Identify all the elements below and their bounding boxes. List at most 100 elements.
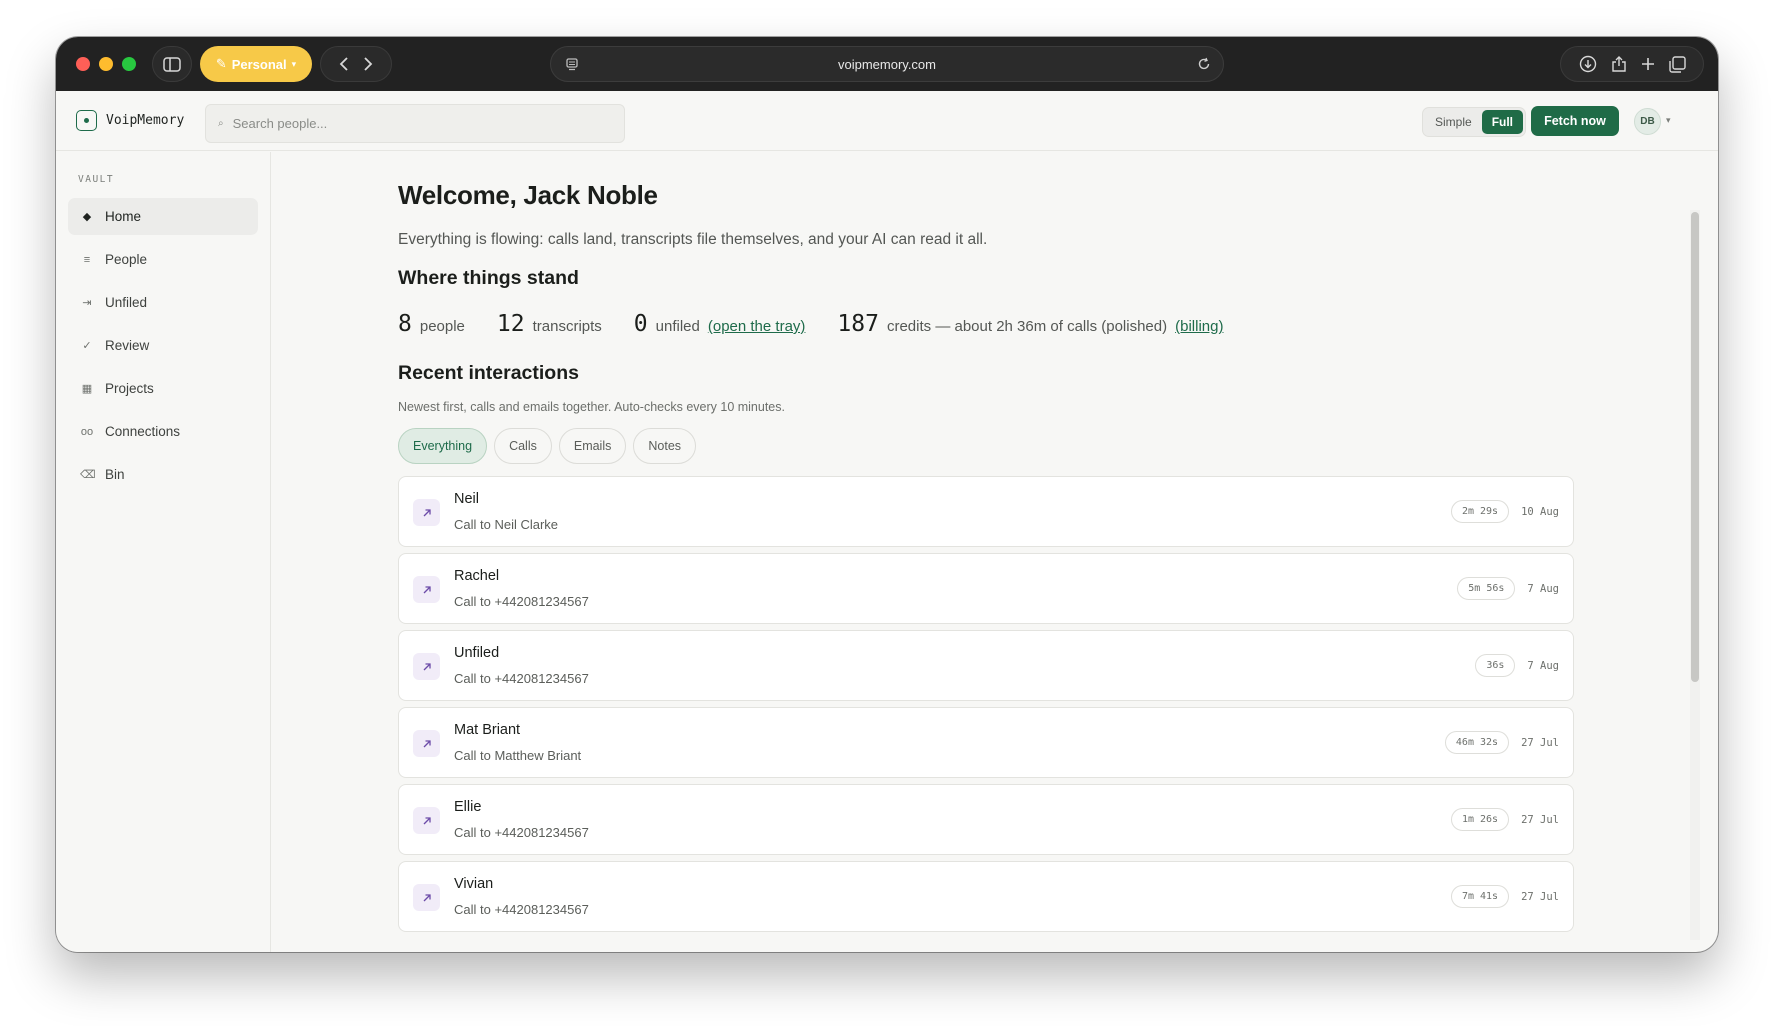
sidebar-item-review[interactable]: ✓ Review: [68, 327, 258, 364]
outgoing-call-icon: [413, 499, 440, 526]
avatar[interactable]: DB: [1634, 108, 1661, 135]
sidebar-item-label: People: [105, 252, 148, 267]
sidebar-item-unfiled[interactable]: ⇥ Unfiled: [68, 284, 258, 321]
diamond-icon: ◆: [82, 211, 92, 223]
outgoing-call-icon: [413, 730, 440, 757]
sidebar-item-people[interactable]: ≡ People: [68, 241, 258, 278]
billing-link[interactable]: (billing): [1175, 318, 1223, 335]
tab-overview-icon[interactable]: [1668, 55, 1686, 73]
scrollbar-thumb[interactable]: [1691, 212, 1699, 682]
sidebar-item-home[interactable]: ◆ Home: [68, 198, 258, 235]
address-bar[interactable]: voipmemory.com: [550, 46, 1224, 82]
fetch-now-button[interactable]: Fetch now: [1531, 106, 1619, 136]
link-icon: oo: [80, 425, 94, 438]
interaction-title: Neil: [454, 491, 479, 507]
unfiled-label: unfiled: [655, 318, 700, 335]
interaction-row[interactable]: Vivian Call to +442081234567 7m 41s 27 Jul: [398, 861, 1574, 932]
sidebar-icon: [163, 56, 181, 72]
filter-notes[interactable]: Notes: [633, 428, 697, 464]
interaction-row[interactable]: Rachel Call to +442081234567 5m 56s 7 Aug: [398, 553, 1574, 624]
filter-emails[interactable]: Emails: [558, 428, 627, 464]
site-settings-icon[interactable]: [565, 57, 579, 71]
profile-label: Personal: [231, 56, 287, 72]
arrow-tray-icon: ⇥: [82, 297, 92, 309]
filter-calls[interactable]: Calls: [494, 428, 552, 464]
app-logo[interactable]: VoipMemory: [76, 110, 184, 131]
duration-badge: 7m 41s: [1450, 885, 1510, 908]
interaction-row[interactable]: Ellie Call to +442081234567 1m 26s 27 Jul: [398, 784, 1574, 855]
interaction-subtitle: Call to +442081234567: [454, 594, 589, 609]
mode-simple-button[interactable]: Simple: [1425, 110, 1482, 134]
mode-full-button[interactable]: Full: [1481, 110, 1524, 134]
transcripts-count: 12: [496, 311, 525, 337]
people-count: 8: [398, 311, 412, 337]
profile-icon: ✎: [215, 56, 227, 71]
duration-badge: 1m 26s: [1450, 808, 1510, 831]
interaction-subtitle: Call to Matthew Briant: [454, 748, 582, 763]
grid-icon: ▦: [81, 383, 93, 395]
sidebar-item-connections[interactable]: oo Connections: [68, 413, 258, 450]
browser-window: ✎ Personal ▾ voipmemory.com VoipMemory ⌕: [56, 37, 1718, 952]
download-icon[interactable]: [1579, 55, 1597, 73]
app-header: VoipMemory ⌕ Simple Full Fetch now DB ▾: [56, 91, 1718, 151]
interaction-list: Neil Call to Neil Clarke 2m 29s 10 Aug Rache…: [398, 476, 1574, 938]
minimize-window-button[interactable]: [99, 57, 113, 71]
sidebar-item-label: Bin: [105, 467, 125, 482]
chevron-down-icon[interactable]: ▾: [1666, 115, 1671, 126]
outgoing-call-icon: [413, 576, 440, 603]
interaction-title: Vivian: [454, 876, 494, 892]
duration-badge: 5m 56s: [1457, 577, 1516, 600]
share-icon[interactable]: [1611, 55, 1627, 73]
view-mode-toggle: Simple Full: [1422, 107, 1527, 137]
search-input[interactable]: [232, 116, 593, 131]
stats-row: 8 people 12 transcripts 0 unfiled (open …: [398, 311, 1255, 337]
maximize-window-button[interactable]: [122, 57, 136, 71]
reload-icon[interactable]: [1197, 57, 1211, 71]
sidebar: VAULT ◆ Home ≡ People ⇥ Unfiled ✓ Review ▦ Projec…: [56, 152, 271, 952]
sidebar-section-label: VAULT: [78, 174, 115, 185]
unfiled-count: 0: [633, 311, 648, 337]
open-tray-link[interactable]: (open the tray): [708, 318, 806, 335]
duration-badge: 46m 32s: [1444, 731, 1510, 754]
check-icon: ✓: [82, 340, 92, 352]
history-nav: [320, 46, 392, 82]
forward-arrow-icon[interactable]: [363, 57, 373, 71]
page-subtitle: Everything is flowing: calls land, trans…: [398, 231, 988, 248]
logo-icon: [76, 110, 97, 131]
interaction-date: 10 Aug: [1521, 505, 1559, 518]
interaction-row[interactable]: Neil Call to Neil Clarke 2m 29s 10 Aug: [398, 476, 1574, 547]
interaction-date: 27 Jul: [1521, 813, 1559, 826]
interaction-subtitle: Call to +442081234567: [454, 671, 589, 686]
transcripts-label: transcripts: [532, 318, 602, 335]
interaction-date: 27 Jul: [1521, 890, 1559, 903]
new-tab-icon[interactable]: [1641, 57, 1655, 71]
sidebar-item-label: Projects: [105, 381, 154, 396]
sidebar-toggle-button[interactable]: [152, 46, 192, 82]
main-content: Welcome, Jack Noble Everything is flowin…: [272, 152, 1702, 952]
duration-badge: 36s: [1475, 654, 1516, 677]
back-arrow-icon[interactable]: [339, 57, 349, 71]
sidebar-item-label: Home: [105, 209, 142, 224]
filter-everything[interactable]: Everything: [398, 428, 488, 464]
interaction-date: 27 Jul: [1521, 736, 1559, 749]
search-icon: ⌕: [218, 118, 224, 129]
interaction-row[interactable]: Mat Briant Call to Matthew Briant 46m 32s 2…: [398, 707, 1574, 778]
search-box[interactable]: ⌕: [205, 104, 625, 143]
url-text: voipmemory.com: [837, 56, 936, 72]
sidebar-item-bin[interactable]: ⌫ Bin: [68, 456, 258, 493]
interaction-filters: Everything Calls Emails Notes: [398, 428, 697, 464]
interaction-row[interactable]: Unfiled Call to +442081234567 36s 7 Aug: [398, 630, 1574, 701]
close-window-button[interactable]: [76, 57, 90, 71]
sidebar-item-label: Connections: [105, 424, 181, 439]
profile-switcher[interactable]: ✎ Personal ▾: [200, 46, 312, 82]
recent-hint: Newest first, calls and emails together.…: [398, 400, 785, 414]
interaction-title: Mat Briant: [454, 722, 521, 738]
interaction-title: Rachel: [454, 568, 500, 584]
interaction-subtitle: Call to +442081234567: [454, 902, 589, 917]
outgoing-call-icon: [413, 884, 440, 911]
recent-heading: Recent interactions: [398, 362, 579, 384]
scrollbar[interactable]: [1690, 210, 1700, 940]
sidebar-item-projects[interactable]: ▦ Projects: [68, 370, 258, 407]
interaction-title: Ellie: [454, 799, 482, 815]
stats-heading: Where things stand: [398, 267, 579, 289]
